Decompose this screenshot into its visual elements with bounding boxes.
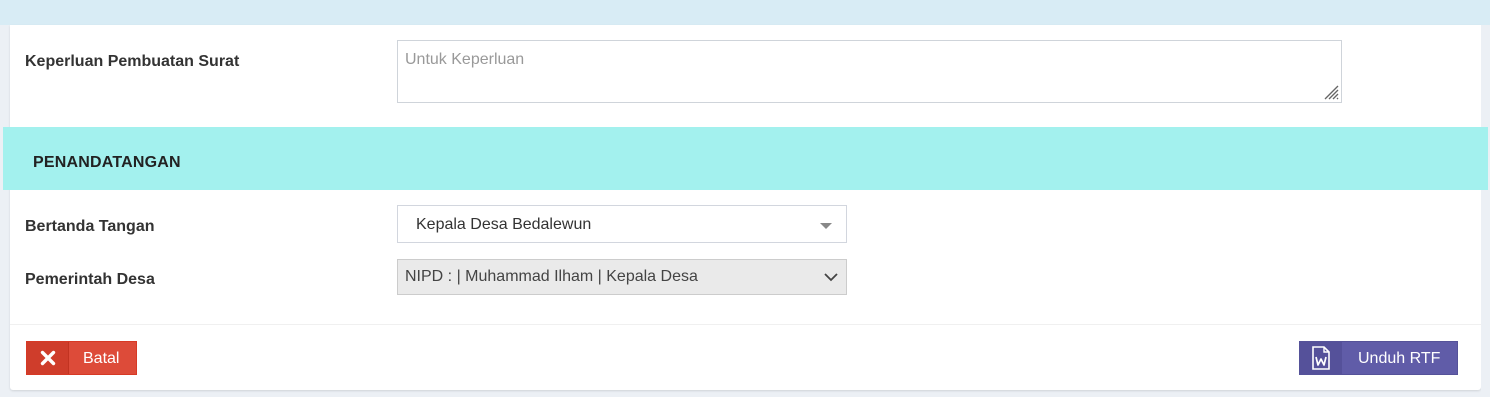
bertanda-tangan-value: Kepala Desa Bedalewun: [416, 216, 592, 233]
chevron-down-icon: [824, 273, 838, 282]
bertanda-tangan-select[interactable]: Kepala Desa Bedalewun: [397, 205, 847, 243]
download-rtf-label: Unduh RTF: [1358, 350, 1441, 367]
keperluan-label: Keperluan Pembuatan Surat: [25, 53, 240, 70]
keperluan-textarea[interactable]: Untuk Keperluan: [397, 40, 1342, 103]
footer-divider: [10, 324, 1481, 325]
page-edge: [1481, 25, 1490, 397]
top-band: [0, 0, 1490, 25]
bertanda-tangan-label: Bertanda Tangan: [25, 218, 155, 235]
word-document-icon: [1300, 342, 1342, 374]
download-rtf-button[interactable]: Unduh RTF: [1299, 341, 1458, 375]
penandatangan-section-header: PENANDATANGAN: [3, 127, 1488, 190]
cancel-button-label: Batal: [83, 350, 120, 367]
keperluan-placeholder: Untuk Keperluan: [405, 51, 525, 68]
pemerintah-desa-select[interactable]: NIPD : | Muhammad Ilham | Kepala Desa: [397, 259, 847, 295]
pemerintah-desa-label: Pemerintah Desa: [25, 271, 155, 288]
caret-down-icon: [820, 223, 832, 229]
section-title: PENANDATANGAN: [33, 154, 181, 171]
pemerintah-desa-value: NIPD : | Muhammad Ilham | Kepala Desa: [405, 268, 698, 285]
cancel-button[interactable]: Batal: [26, 341, 137, 375]
resize-grip-icon[interactable]: [1321, 82, 1339, 100]
close-icon: [27, 342, 69, 374]
